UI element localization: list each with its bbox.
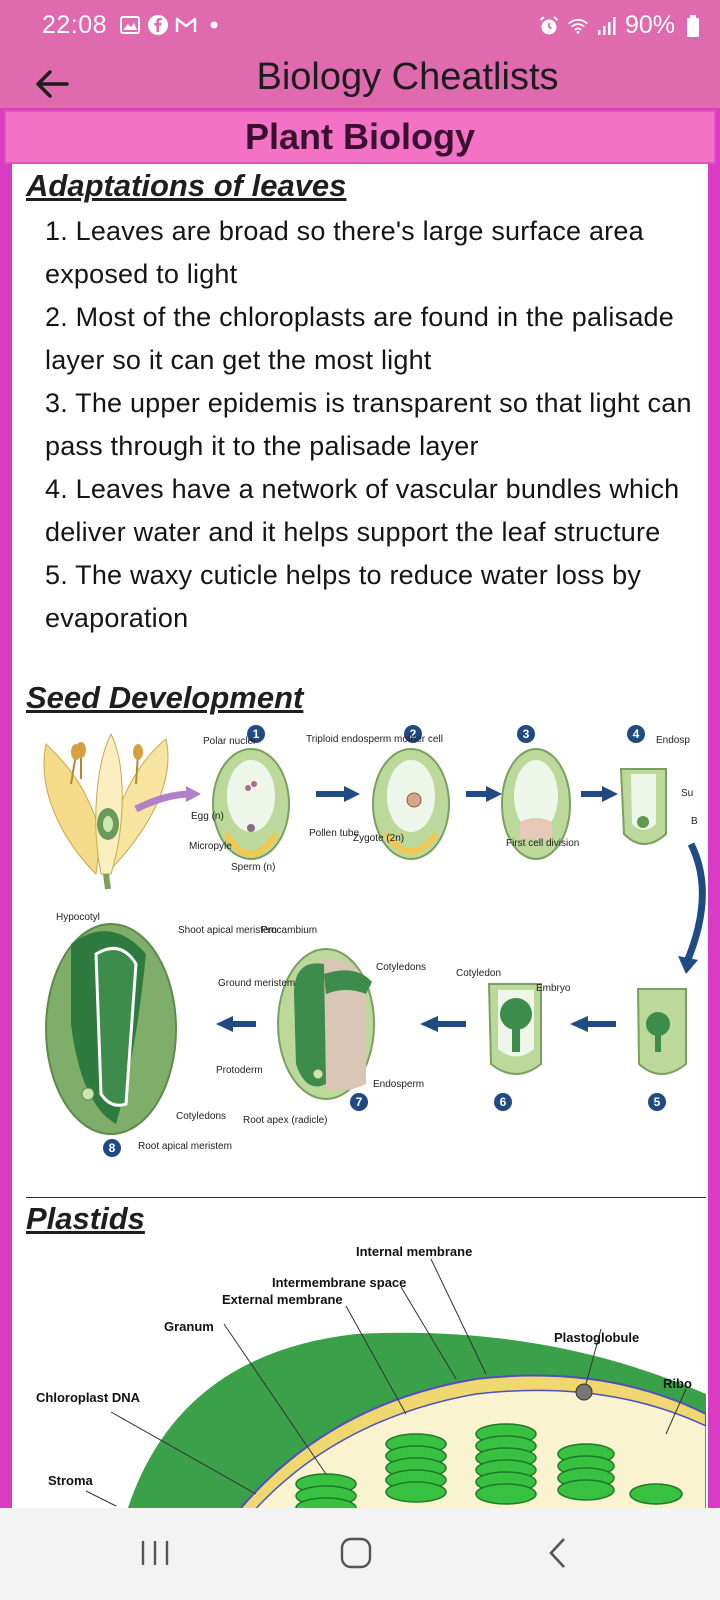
diagram-label: Intermembrane space (272, 1275, 406, 1290)
embryo-step-5 (636, 988, 687, 1075)
mature-seed-step-8 (45, 923, 177, 1135)
diagram-label: Pollen tube (309, 828, 359, 839)
diagram-label: Cotyledon (456, 968, 501, 979)
leaves-heading: Adaptations of leaves (26, 168, 347, 203)
section-header: Plant Biology (4, 110, 716, 164)
diagram-label: Embryo (536, 983, 571, 994)
diagram-label: Cotyledons (376, 962, 426, 973)
diagram-label: Protoderm (216, 1065, 263, 1076)
diagram-label: Sperm (n) (231, 862, 275, 873)
diagram-label: Polar nuclei (203, 736, 255, 747)
diagram-label: Endosp (656, 735, 690, 746)
page-title: Biology Cheatlists (256, 56, 559, 98)
step-number: 6 (500, 1095, 507, 1109)
system-icons: 90% (538, 11, 704, 40)
list-item: 4. Leaves have a network of vascular bun… (45, 474, 680, 547)
chevron-left-icon (549, 1538, 565, 1568)
status-time: 22:08 (42, 11, 108, 39)
home-button[interactable] (326, 1528, 386, 1578)
diagram-label: Root apical meristem (138, 1141, 232, 1152)
gmail-icon (175, 14, 197, 36)
step-number: 7 (356, 1095, 363, 1109)
diagram-label: First cell division (506, 838, 579, 849)
diagram-label: Granum (164, 1319, 214, 1334)
embryo-step-7 (277, 948, 375, 1100)
diagram-label: Ground meristem (218, 978, 295, 989)
ovule-step-4 (619, 768, 667, 845)
content-frame: Plant Biology Adaptations of leaves 1. L… (0, 108, 720, 1508)
chloroplast-diagram: Internal membrane Intermembrane space Ex… (36, 1244, 706, 1508)
list-item: 1. Leaves are broad so there's large sur… (45, 216, 644, 289)
diagram-label: Endosperm (373, 1079, 424, 1090)
diagram-label: Ribo (663, 1376, 692, 1391)
plastids-heading: Plastids (26, 1201, 145, 1236)
battery-percent: 90% (624, 11, 675, 39)
seed-heading: Seed Development (26, 680, 304, 715)
step-number: 3 (523, 727, 530, 741)
facebook-icon (147, 14, 169, 36)
scroll-content[interactable]: Adaptations of leaves 1. Leaves are broa… (12, 164, 708, 1508)
diagram-label: Su (681, 788, 693, 799)
diagram-label: Triploid endosperm mother cell (306, 734, 443, 745)
diagram-label: Internal membrane (356, 1244, 472, 1259)
flower-illustration (43, 732, 201, 890)
list-item: 2. Most of the chloroplasts are found in… (45, 302, 674, 375)
step-number: 5 (654, 1095, 661, 1109)
divider (26, 1197, 706, 1198)
section-title: Plant Biology (244, 116, 475, 157)
gallery-icon (119, 14, 141, 36)
diagram-label: External membrane (222, 1292, 343, 1307)
list-item: 5. The waxy cuticle helps to reduce wate… (45, 560, 642, 633)
diagram-label: Stroma (48, 1473, 94, 1488)
signal-icon (596, 15, 618, 37)
diagram-label: Cotyledons (176, 1111, 226, 1122)
recent-apps-button[interactable] (125, 1528, 185, 1578)
alarm-icon (538, 15, 560, 37)
diagram-label: Micropyle (189, 841, 232, 852)
diagram-label: Chloroplast DNA (36, 1390, 141, 1405)
diagram-label: Egg (n) (191, 811, 224, 822)
list-item: 3. The upper epidemis is transparent so … (45, 388, 692, 461)
diagram-label: Root apex (radicle) (243, 1115, 327, 1126)
diagram-label: Zygote (2n) (353, 833, 404, 844)
diagram-label: Plastoglobule (554, 1330, 639, 1345)
home-icon (340, 1537, 372, 1569)
dot-icon (203, 14, 225, 36)
diagram-label: B (691, 816, 698, 827)
navigation-bar (0, 1508, 720, 1600)
nav-back-button[interactable] (528, 1528, 588, 1578)
diagram-label: Procambium (261, 925, 317, 936)
diagram-label: Hypocotyl (56, 912, 100, 923)
wifi-icon (567, 15, 589, 37)
battery-icon (682, 14, 704, 37)
recent-apps-icon (141, 1541, 169, 1565)
seed-development-diagram: 1 2 3 4 5 6 7 8 Polar nuclei Egg (n) Mic… (43, 725, 706, 1157)
leaves-list: 1. Leaves are broad so there's large sur… (45, 210, 695, 640)
notification-icons (119, 14, 225, 36)
app-bar: Biology Cheatlists (0, 54, 720, 108)
status-bar: 22:08 90% (0, 0, 720, 54)
embryo-step-6 (487, 983, 542, 1075)
step-number: 4 (633, 727, 640, 741)
step-number: 8 (109, 1141, 116, 1155)
